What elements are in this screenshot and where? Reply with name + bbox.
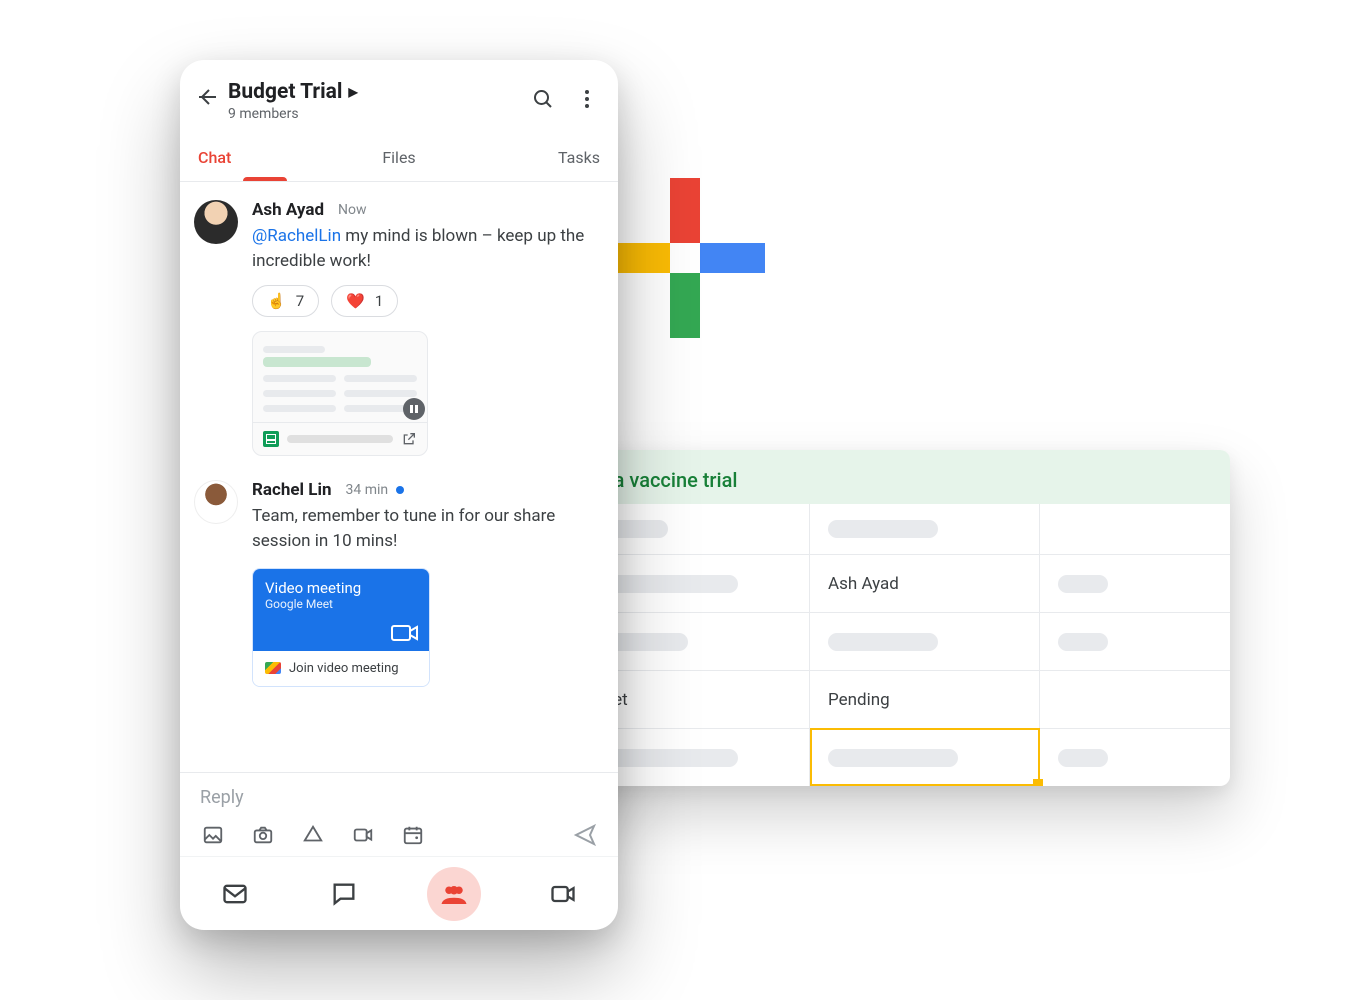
image-icon: [202, 824, 224, 846]
nav-meet[interactable]: [536, 867, 590, 921]
mention[interactable]: @RachelLin: [252, 226, 341, 246]
reactions: ☝️ 7 ❤️ 1: [252, 285, 598, 317]
video-icon: [549, 880, 577, 908]
message-time: 34 min: [346, 482, 389, 498]
drive-icon: [302, 824, 324, 846]
bottom-nav: [180, 856, 618, 930]
people-icon: [439, 879, 469, 909]
reaction-emoji: ❤️: [346, 292, 365, 310]
search-button[interactable]: [530, 86, 556, 112]
calendar-button[interactable]: [400, 822, 426, 848]
open-external-button[interactable]: [401, 431, 417, 447]
message: Ash Ayad Now @RachelLin my mind is blown…: [194, 200, 598, 456]
video-camera-icon: [391, 623, 419, 643]
attachment-badge-icon: [403, 398, 425, 420]
presence-dot-icon: [396, 486, 404, 494]
message-text: @RachelLin my mind is blown – keep up th…: [252, 224, 598, 273]
back-button[interactable]: [194, 84, 220, 110]
space-subtitle: 9 members: [228, 106, 530, 122]
meet-card-subtitle: Google Meet: [265, 597, 417, 611]
attach-image-button[interactable]: [200, 822, 226, 848]
table-row: [520, 504, 1230, 554]
meet-card[interactable]: Video meeting Google Meet Join video mee…: [252, 568, 430, 687]
table-row: [520, 728, 1230, 786]
sheets-attachment[interactable]: [252, 331, 428, 456]
message-thread[interactable]: Ash Ayad Now @RachelLin my mind is blown…: [180, 182, 618, 772]
more-vert-icon: [577, 89, 597, 109]
message-author: Ash Ayad: [252, 200, 324, 220]
logo-arm-green: [670, 273, 700, 338]
reaction-emoji: ☝️: [267, 292, 286, 310]
video-attach-button[interactable]: [350, 822, 376, 848]
attachment-name-placeholder: [287, 435, 393, 443]
send-button[interactable]: [572, 822, 598, 848]
tab-tasks[interactable]: Tasks: [466, 138, 600, 181]
space-title-button[interactable]: Budget Trial ▶: [228, 80, 530, 104]
camera-button[interactable]: [250, 822, 276, 848]
calendar-icon: [402, 824, 424, 846]
drive-button[interactable]: [300, 822, 326, 848]
tabs: Chat Files Tasks: [180, 138, 618, 182]
avatar[interactable]: [194, 200, 238, 244]
mail-icon: [221, 880, 249, 908]
chat-bubble-icon: [330, 880, 358, 908]
avatar[interactable]: [194, 480, 238, 524]
reaction-count: 1: [375, 292, 383, 310]
cell-ash-ayad[interactable]: Ash Ayad: [810, 555, 1040, 612]
video-icon: [352, 824, 374, 846]
google-plus-logo: [605, 178, 765, 338]
tab-files[interactable]: Files: [332, 138, 466, 181]
cell-pending[interactable]: Pending: [810, 671, 1040, 728]
app-bar: Budget Trial ▶ 9 members: [180, 60, 618, 128]
table-row: Trial budget Pending: [520, 670, 1230, 728]
reaction-chip[interactable]: ☝️ 7: [252, 285, 319, 317]
reply-input[interactable]: Reply: [200, 787, 598, 808]
join-meeting-label: Join video meeting: [289, 661, 399, 676]
arrow-left-icon: [195, 85, 219, 109]
chevron-right-icon: ▶: [348, 85, 357, 99]
meet-card-title: Video meeting: [265, 579, 417, 597]
join-meeting-button[interactable]: Join video meeting: [253, 651, 429, 686]
google-meet-icon: [265, 662, 281, 674]
reaction-chip[interactable]: ❤️ 1: [331, 285, 398, 317]
nav-chat[interactable]: [317, 867, 371, 921]
table-row: [520, 612, 1230, 670]
nav-spaces[interactable]: [427, 867, 481, 921]
logo-arm-red: [670, 178, 700, 243]
nav-mail[interactable]: [208, 867, 262, 921]
message-time: Now: [338, 202, 367, 218]
message-text: Team, remember to tune in for our share …: [252, 504, 598, 553]
space-title: Budget Trial: [228, 80, 342, 104]
message-author: Rachel Lin: [252, 480, 332, 500]
spreadsheet-grid[interactable]: Ash Ayad Trial budget Pending: [520, 504, 1230, 786]
google-sheets-icon: [263, 431, 279, 447]
attachment-thumbnail: [253, 332, 427, 422]
composer: Reply: [180, 772, 618, 856]
phone-mock: Budget Trial ▶ 9 members Chat Files Task…: [180, 60, 618, 930]
tab-chat[interactable]: Chat: [198, 138, 332, 181]
open-external-icon: [401, 431, 417, 447]
search-icon: [531, 87, 555, 111]
more-button[interactable]: [574, 86, 600, 112]
spreadsheet-preview: Influenza vaccine trial Ash Ayad Trial b…: [520, 450, 1230, 786]
spreadsheet-title: Influenza vaccine trial: [520, 450, 1230, 504]
reaction-count: 7: [296, 292, 304, 310]
table-row: Ash Ayad: [520, 554, 1230, 612]
message: Rachel Lin 34 min Team, remember to tune…: [194, 480, 598, 686]
camera-icon: [252, 824, 274, 846]
send-icon: [573, 823, 597, 847]
logo-arm-blue: [700, 243, 765, 273]
